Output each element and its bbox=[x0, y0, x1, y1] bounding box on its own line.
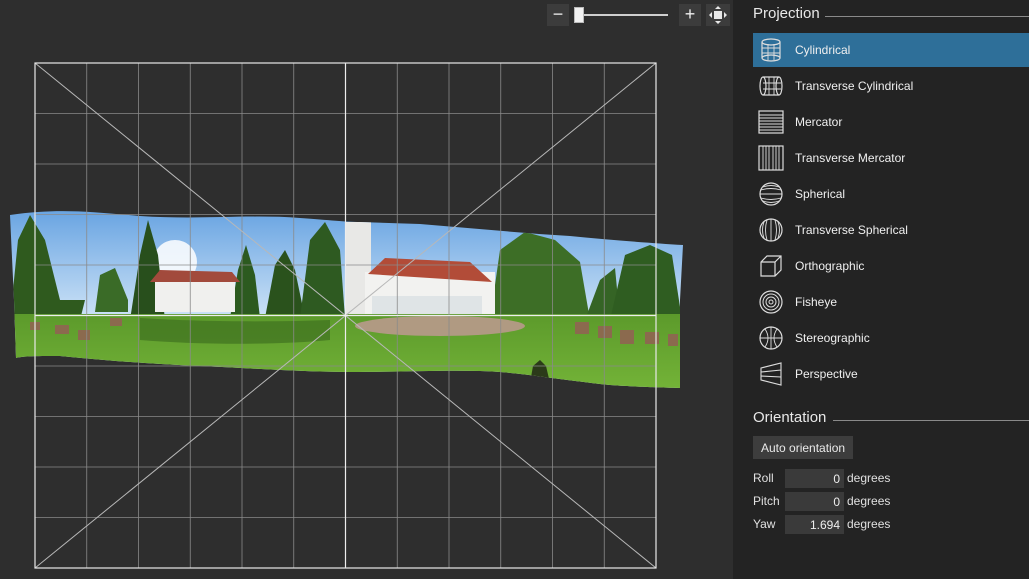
transverse-mercator-icon bbox=[757, 144, 785, 172]
projection-item-perspective[interactable]: Perspective bbox=[753, 357, 1029, 391]
fisheye-icon bbox=[757, 288, 785, 316]
projection-item-stereographic[interactable]: Stereographic bbox=[753, 321, 1029, 355]
zoom-slider-track[interactable] bbox=[577, 14, 668, 16]
pitch-row: Pitch degrees bbox=[753, 492, 933, 511]
fit-to-window-icon bbox=[709, 6, 727, 24]
roll-row: Roll degrees bbox=[753, 469, 933, 488]
cylindrical-icon bbox=[757, 36, 785, 64]
orthographic-icon bbox=[757, 252, 785, 280]
transverse-cylindrical-icon bbox=[757, 72, 785, 100]
panorama-canvas[interactable]: − + bbox=[0, 0, 733, 579]
projection-item-label: Mercator bbox=[795, 115, 843, 129]
transverse-spherical-icon bbox=[757, 216, 785, 244]
roll-unit: degrees bbox=[847, 471, 891, 485]
projection-item-mercator[interactable]: Mercator bbox=[753, 105, 1029, 139]
projection-item-label: Cylindrical bbox=[795, 43, 851, 57]
zoom-in-button[interactable]: + bbox=[679, 4, 701, 26]
mercator-icon bbox=[757, 108, 785, 136]
spherical-icon bbox=[757, 180, 785, 208]
pitch-unit: degrees bbox=[847, 494, 891, 508]
pitch-label: Pitch bbox=[753, 494, 780, 508]
projection-item-transverse-mercator[interactable]: Transverse Mercator bbox=[753, 141, 1029, 175]
grid-overlay bbox=[34, 62, 657, 569]
projection-item-transverse-spherical[interactable]: Transverse Spherical bbox=[753, 213, 1029, 247]
projection-item-orthographic[interactable]: Orthographic bbox=[753, 249, 1029, 283]
settings-panel: Projection Cylindrical Transverse Cylindr… bbox=[733, 0, 1029, 579]
projection-item-label: Perspective bbox=[795, 367, 858, 381]
projection-item-label: Transverse Cylindrical bbox=[795, 79, 914, 93]
perspective-icon bbox=[757, 360, 785, 388]
projection-item-label: Spherical bbox=[795, 187, 846, 201]
projection-item-cylindrical[interactable]: Cylindrical bbox=[753, 33, 1029, 67]
plus-icon: + bbox=[684, 4, 696, 24]
projection-item-label: Fisheye bbox=[795, 295, 838, 309]
yaw-input[interactable] bbox=[785, 515, 844, 534]
auto-orientation-button[interactable]: Auto orientation bbox=[753, 436, 854, 459]
stereographic-icon bbox=[757, 324, 785, 352]
projection-item-label: Stereographic bbox=[795, 331, 870, 345]
projection-item-transverse-cylindrical[interactable]: Transverse Cylindrical bbox=[753, 69, 1029, 103]
zoom-out-button[interactable]: − bbox=[547, 4, 569, 26]
panorama-preview[interactable] bbox=[0, 0, 733, 579]
projection-item-fisheye[interactable]: Fisheye bbox=[753, 285, 1029, 319]
roll-label: Roll bbox=[753, 471, 774, 485]
orientation-heading: Orientation bbox=[753, 409, 827, 426]
projection-divider bbox=[825, 16, 1029, 17]
minus-icon: − bbox=[552, 4, 564, 24]
roll-input[interactable] bbox=[785, 469, 844, 488]
yaw-row: Yaw degrees bbox=[753, 515, 933, 534]
projection-heading: Projection bbox=[753, 5, 820, 22]
orientation-divider bbox=[833, 420, 1029, 421]
yaw-unit: degrees bbox=[847, 517, 891, 531]
yaw-label: Yaw bbox=[753, 517, 776, 531]
projection-item-spherical[interactable]: Spherical bbox=[753, 177, 1029, 211]
fit-to-window-button[interactable] bbox=[706, 4, 730, 26]
projection-item-label: Transverse Mercator bbox=[795, 151, 906, 165]
zoom-toolbar: − + bbox=[547, 4, 730, 26]
zoom-slider-handle[interactable] bbox=[574, 7, 584, 23]
projection-item-label: Transverse Spherical bbox=[795, 223, 908, 237]
pitch-input[interactable] bbox=[785, 492, 844, 511]
projection-item-label: Orthographic bbox=[795, 259, 865, 273]
